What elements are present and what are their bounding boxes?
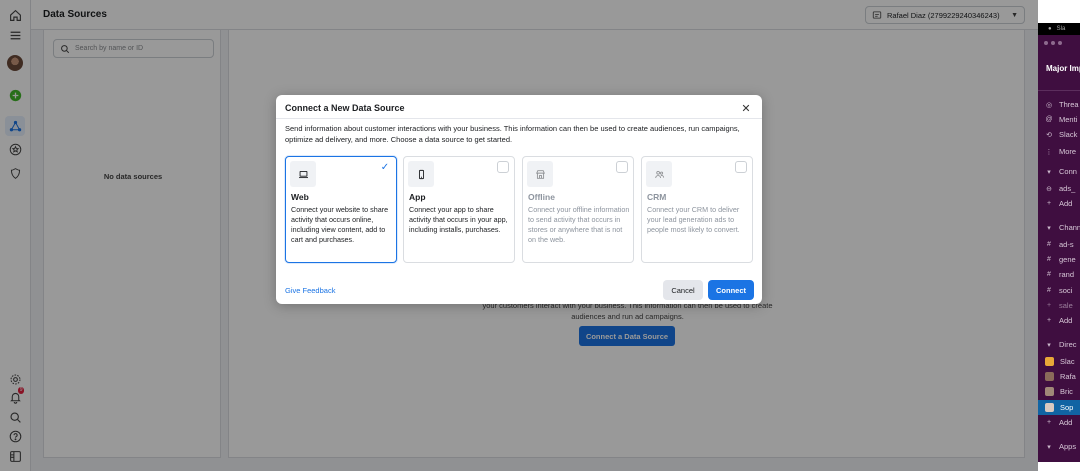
connect-icon: ⟲ — [1046, 131, 1052, 139]
checkbox[interactable] — [735, 161, 747, 173]
card-title: Offline — [528, 192, 555, 202]
slack-channel-item[interactable]: # ad-s — [1045, 240, 1074, 249]
slack-channel-item[interactable]: # gene — [1045, 255, 1076, 264]
slack-add-channel[interactable]: + Add — [1045, 316, 1072, 325]
slack-workspace-name[interactable]: Major Imp — [1046, 64, 1080, 73]
slack-nav-mentions[interactable]: @ Menti — [1045, 115, 1077, 124]
avatar — [1045, 387, 1054, 396]
lock-icon: ⊖ — [1046, 185, 1052, 193]
data-source-card-app[interactable]: App Connect your app to share activity t… — [403, 156, 515, 263]
plus-icon: + — [1046, 317, 1052, 324]
hash-icon: # — [1047, 287, 1051, 294]
slack-dm-item-selected[interactable]: Sop — [1038, 400, 1080, 415]
data-source-card-crm[interactable]: CRM Connect your CRM to deliver your lea… — [641, 156, 753, 263]
slack-nav-threads[interactable]: ◎ Threa — [1045, 100, 1079, 109]
avatar — [1045, 403, 1054, 412]
data-source-card-offline[interactable]: Offline Connect your offline information… — [522, 156, 634, 263]
plus-icon: + — [1046, 302, 1052, 309]
give-feedback-link[interactable]: Give Feedback — [285, 286, 335, 295]
slack-dm-item[interactable]: Rafa — [1045, 372, 1076, 381]
checkmark-icon[interactable]: ✓ — [379, 161, 391, 173]
close-icon[interactable]: ✕ — [738, 100, 754, 116]
mac-menubar: ● Sla — [1038, 23, 1080, 35]
caret-down-icon: ▾ — [1047, 224, 1051, 232]
hash-icon: # — [1047, 256, 1051, 263]
slack-section-direct-messages[interactable]: ▾ Direc — [1045, 340, 1076, 349]
people-icon — [646, 161, 672, 187]
slack-section-connections[interactable]: ▾ Conn — [1045, 167, 1077, 176]
slack-nav-more[interactable]: ⋮ More — [1045, 147, 1077, 156]
hash-icon: # — [1047, 271, 1051, 278]
card-title: CRM — [647, 192, 667, 202]
card-description: Connect your app to share activity that … — [409, 205, 508, 234]
threads-icon: ◎ — [1045, 101, 1053, 109]
window-controls[interactable] — [1044, 41, 1062, 45]
connect-button[interactable]: Connect — [708, 280, 754, 300]
plus-icon: + — [1046, 419, 1052, 426]
slack-nav-connect[interactable]: ⟲ Slack — [1045, 130, 1077, 139]
plus-icon: + — [1046, 200, 1052, 207]
dialog-intro-text: Send information about customer interact… — [285, 124, 740, 144]
slack-channel-item[interactable]: # rand — [1045, 270, 1074, 279]
slack-channel-item[interactable]: # soci — [1045, 286, 1072, 295]
laptop-icon — [290, 161, 316, 187]
apple-icon: ● — [1048, 26, 1052, 32]
caret-down-icon: ▾ — [1047, 341, 1051, 349]
card-description: Connect your offline information to send… — [528, 205, 630, 244]
hash-icon: # — [1047, 241, 1051, 248]
card-title: Web — [291, 192, 309, 202]
caret-down-icon: ▾ — [1047, 168, 1051, 176]
slack-dm-item[interactable]: Slac — [1045, 357, 1075, 366]
store-icon — [527, 161, 553, 187]
slack-channel-item[interactable]: + sale — [1045, 301, 1073, 310]
more-icon: ⋮ — [1045, 148, 1053, 156]
connect-data-source-dialog: Connect a New Data Source ✕ Send informa… — [276, 95, 762, 304]
slack-add-connection[interactable]: + Add — [1045, 199, 1072, 208]
divider — [276, 118, 762, 119]
cancel-button[interactable]: Cancel — [663, 280, 703, 300]
checkbox[interactable] — [616, 161, 628, 173]
slack-connection-item[interactable]: ⊖ ads_ — [1045, 184, 1075, 193]
at-icon: @ — [1045, 116, 1053, 123]
slack-add-teammate[interactable]: + Add — [1045, 418, 1072, 427]
slack-section-apps[interactable]: ▾ Apps — [1045, 442, 1076, 451]
avatar — [1045, 372, 1054, 381]
checkbox[interactable] — [497, 161, 509, 173]
dialog-title: Connect a New Data Source — [285, 103, 405, 113]
slack-section-channels[interactable]: ▾ Chann — [1045, 223, 1080, 232]
slack-titlebar-gap — [1038, 0, 1080, 23]
caret-down-icon: ▾ — [1047, 443, 1051, 451]
card-description: Connect your CRM to deliver your lead ge… — [647, 205, 740, 234]
data-source-card-web[interactable]: ✓ Web Connect your website to share acti… — [285, 156, 397, 263]
avatar — [1045, 357, 1054, 366]
card-description: Connect your website to share activity t… — [291, 205, 389, 244]
slack-app-title: Sla — [1056, 26, 1066, 32]
card-title: App — [409, 192, 426, 202]
slack-sidebar: ● Sla Major Imp ◎Threa @Menti ⟲Slack ⋮Mo… — [1038, 0, 1080, 471]
slack-dm-item[interactable]: Bric — [1045, 387, 1073, 396]
phone-icon — [408, 161, 434, 187]
